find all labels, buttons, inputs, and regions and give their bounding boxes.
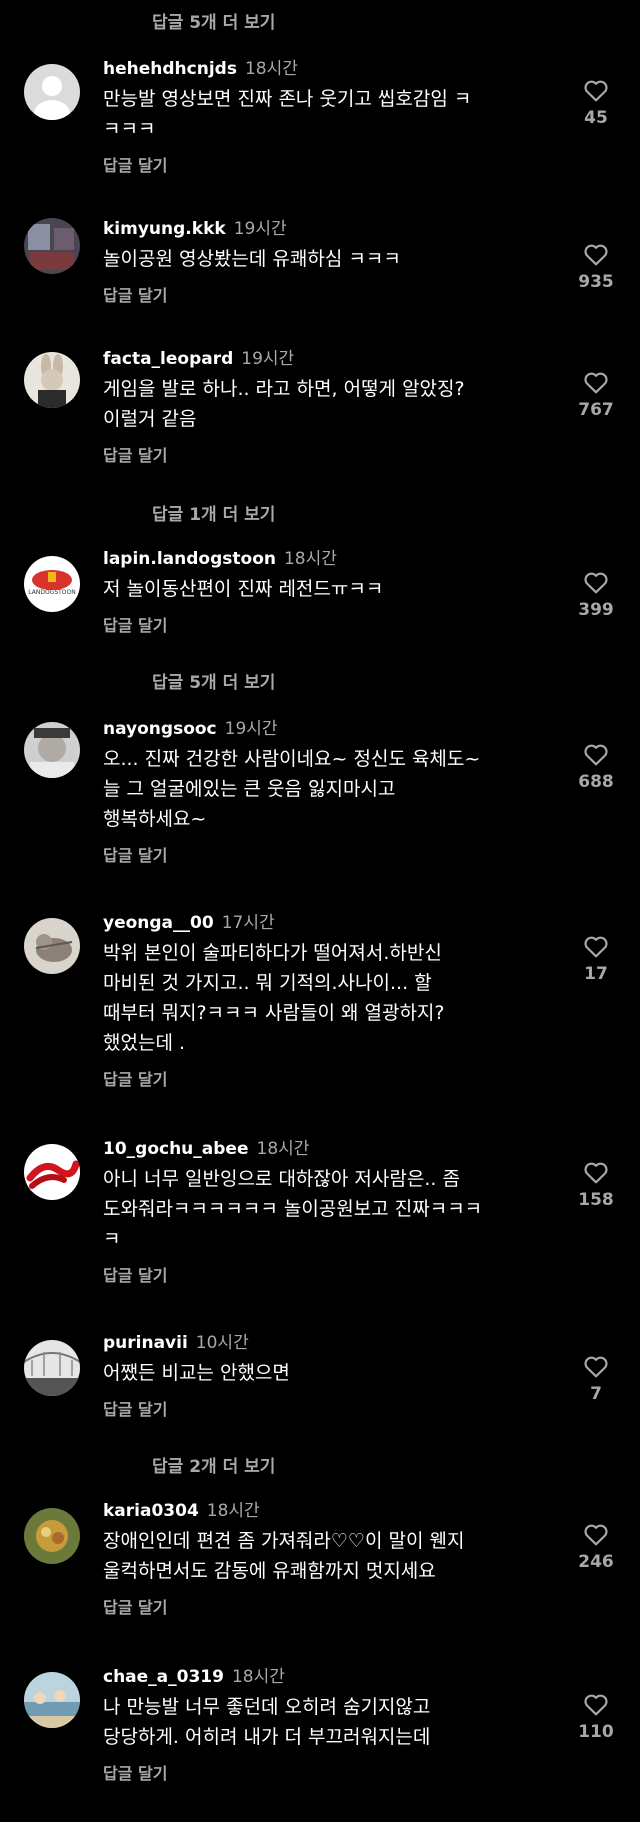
like-button[interactable]: 45 [576, 78, 616, 128]
timestamp: 10시간 [195, 1333, 249, 1353]
like-button[interactable]: 399 [576, 570, 616, 620]
avatar[interactable] [24, 1508, 80, 1564]
like-button[interactable]: 767 [576, 370, 616, 420]
comment-text: 놀이공원 영상봤는데 유쾌하심 ㅋㅋㅋ [103, 248, 401, 270]
timestamp: 19시간 [241, 349, 295, 369]
like-count: 688 [578, 772, 614, 792]
like-button[interactable]: 935 [576, 242, 616, 292]
like-count: 110 [578, 1722, 614, 1742]
reply-button[interactable]: 답글 달기 [103, 1066, 543, 1090]
username[interactable]: facta_leopard [103, 349, 233, 369]
timestamp: 17시간 [221, 913, 275, 933]
heart-icon [584, 1356, 608, 1378]
comment-text: 어쨌든 비교는 안했으면 [103, 1362, 290, 1384]
avatar[interactable] [24, 722, 80, 778]
like-button[interactable]: 7 [576, 1354, 616, 1404]
comment-text: 오... 진짜 건강한 사람이네요~ 정신도 육체도~ 늘 그 얼굴에있는 큰 … [103, 748, 481, 830]
heart-icon [584, 1524, 608, 1546]
heart-icon [584, 744, 608, 766]
like-count: 399 [578, 600, 614, 620]
comment-text: 장애인인데 편견 좀 가져줘라♡♡이 말이 웬지 울컥하면서도 감동에 유쾌함까… [103, 1530, 465, 1582]
username[interactable]: lapin.landogstoon [103, 549, 276, 569]
reply-button[interactable]: 답글 달기 [103, 282, 543, 306]
timestamp: 19시간 [224, 719, 278, 739]
username[interactable]: purinavii [103, 1333, 188, 1353]
like-count: 17 [584, 964, 608, 984]
heart-icon [584, 1162, 608, 1184]
avatar[interactable] [24, 1144, 80, 1200]
timestamp: 18시간 [244, 59, 298, 79]
heart-icon [584, 936, 608, 958]
avatar[interactable] [24, 218, 80, 274]
reply-button[interactable]: 답글 달기 [103, 1760, 543, 1784]
reply-button[interactable]: 답글 달기 [103, 1594, 543, 1618]
like-count: 935 [578, 272, 614, 292]
timestamp: 18시간 [256, 1139, 310, 1159]
username[interactable]: 10_gochu_abee [103, 1139, 249, 1159]
view-more-replies[interactable]: 답글 5개 더 보기 [152, 8, 275, 33]
reply-button[interactable]: 답글 달기 [103, 152, 543, 176]
view-more-replies[interactable]: 답글 2개 더 보기 [152, 1452, 275, 1477]
timestamp: 18시간 [283, 549, 337, 569]
timestamp: 19시간 [233, 219, 287, 239]
username[interactable]: karia0304 [103, 1501, 199, 1521]
avatar[interactable] [24, 1672, 80, 1728]
like-count: 45 [584, 108, 608, 128]
like-count: 246 [578, 1552, 614, 1572]
avatar[interactable] [24, 64, 80, 120]
view-more-replies[interactable]: 답글 5개 더 보기 [152, 668, 275, 693]
heart-icon [584, 244, 608, 266]
like-count: 767 [578, 400, 614, 420]
comment-text: 저 놀이동산편이 진짜 레전드ㅠㅋㅋ [103, 578, 384, 600]
reply-button[interactable]: 답글 달기 [103, 1262, 543, 1286]
comment-text: 박위 본인이 술파티하다가 떨어져서.하반신 마비된 것 가지고.. 뭐 기적의… [103, 942, 445, 1054]
timestamp: 18시간 [231, 1667, 285, 1687]
reply-button[interactable]: 답글 달기 [103, 442, 543, 466]
avatar[interactable] [24, 918, 80, 974]
avatar[interactable]: LANDOGSTOON [24, 556, 80, 612]
like-button[interactable]: 110 [576, 1692, 616, 1742]
comment-text: 나 만능발 너무 좋던데 오히려 숨기지않고 당당하게. 어히려 내가 더 부끄… [103, 1696, 431, 1748]
avatar[interactable] [24, 1340, 80, 1396]
comment-text: 아니 너무 일반잉으로 대하잖아 저사람은.. 좀 도와줘라ㅋㅋㅋㅋㅋㅋ 놀이공… [103, 1168, 483, 1250]
username[interactable]: hehehdhcnjds [103, 59, 237, 79]
like-button[interactable]: 158 [576, 1160, 616, 1210]
heart-icon [584, 372, 608, 394]
heart-icon [584, 1694, 608, 1716]
avatar[interactable] [24, 352, 80, 408]
username[interactable]: kimyung.kkk [103, 219, 226, 239]
like-count: 158 [578, 1190, 614, 1210]
username[interactable]: chae_a_0319 [103, 1667, 224, 1687]
like-button[interactable]: 17 [576, 934, 616, 984]
like-count: 7 [590, 1384, 602, 1404]
comment-text: 게임을 발로 하나.. 라고 하면, 어떻게 알았징? 이럴거 같음 [103, 378, 465, 430]
username[interactable]: yeonga__00 [103, 913, 214, 933]
username[interactable]: nayongsooc [103, 719, 217, 739]
comment-text: 만능발 영상보면 진짜 존나 웃기고 씹호감임 ㅋ ㅋㅋㅋ [103, 88, 472, 140]
reply-button[interactable]: 답글 달기 [103, 1396, 543, 1420]
heart-icon [584, 80, 608, 102]
like-button[interactable]: 246 [576, 1522, 616, 1572]
view-more-replies[interactable]: 답글 1개 더 보기 [152, 500, 275, 525]
reply-button[interactable]: 답글 달기 [103, 612, 543, 636]
like-button[interactable]: 688 [576, 742, 616, 792]
heart-icon [584, 572, 608, 594]
svg-text:LANDOGSTOON: LANDOGSTOON [28, 589, 75, 596]
reply-button[interactable]: 답글 달기 [103, 842, 543, 866]
timestamp: 18시간 [206, 1501, 260, 1521]
